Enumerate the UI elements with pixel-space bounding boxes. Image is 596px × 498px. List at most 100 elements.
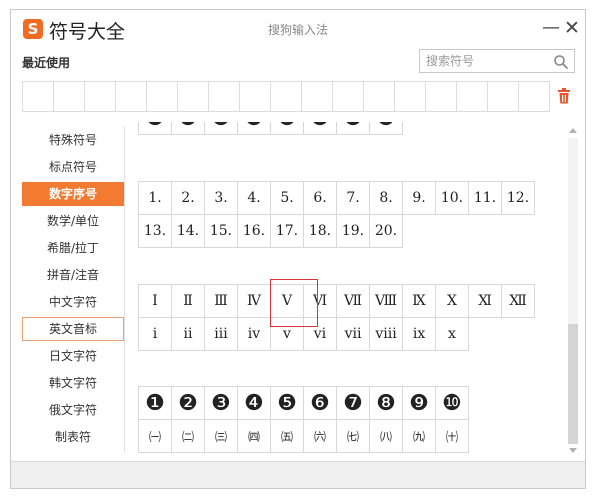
symbol-cell[interactable]: ❸ (204, 122, 238, 135)
symbol-cell[interactable]: ❺ (270, 386, 304, 420)
category-item[interactable]: 特殊符号 (22, 128, 124, 152)
symbol-cell[interactable]: ❶ (138, 386, 172, 420)
symbol-cell[interactable]: 10. (435, 181, 469, 215)
symbol-cell[interactable]: ㈥ (303, 419, 337, 453)
symbol-cell[interactable]: Ⅸ (402, 284, 436, 318)
symbol-cell[interactable]: ❽ (369, 386, 403, 420)
symbol-cell[interactable]: ㈢ (204, 419, 238, 453)
symbol-cell[interactable]: 7. (336, 181, 370, 215)
symbol-cell[interactable]: ❹ (237, 386, 271, 420)
symbol-cell[interactable]: ⅶ (336, 317, 370, 351)
symbol-cell[interactable]: Ⅲ (204, 284, 238, 318)
category-item[interactable]: 拼音/注音 (22, 263, 124, 287)
symbol-cell[interactable]: ❼ (336, 386, 370, 420)
scroll-up-arrow-icon[interactable] (569, 128, 577, 133)
symbol-cell[interactable]: 3. (204, 181, 238, 215)
category-item[interactable]: 中文字符 (22, 290, 124, 314)
symbol-cell[interactable]: ㈣ (237, 419, 271, 453)
recent-symbol-cell[interactable] (147, 82, 178, 111)
symbol-cell[interactable]: Ⅰ (138, 284, 172, 318)
recent-symbol-cell[interactable] (85, 82, 116, 111)
symbol-cell[interactable]: ❸ (204, 386, 238, 420)
symbol-cell[interactable]: Ⅶ (336, 284, 370, 318)
symbol-cell[interactable]: 5. (270, 181, 304, 215)
symbol-cell[interactable]: Ⅹ (435, 284, 469, 318)
search-input[interactable] (420, 50, 558, 72)
recent-symbol-cell[interactable] (302, 82, 333, 111)
symbol-cell[interactable]: ⅵ (303, 317, 337, 351)
symbol-cell[interactable]: ⅹ (435, 317, 469, 351)
search-box[interactable] (419, 49, 575, 73)
symbol-cell[interactable]: Ⅳ (237, 284, 271, 318)
recent-symbol-cell[interactable] (333, 82, 364, 111)
symbol-cell[interactable]: 4. (237, 181, 271, 215)
symbol-cell[interactable]: ⅴ (270, 317, 304, 351)
search-icon[interactable] (553, 54, 569, 70)
category-item[interactable]: 制表符 (22, 425, 124, 449)
symbol-cell[interactable]: ❿ (435, 386, 469, 420)
recent-symbol-cell[interactable] (364, 82, 395, 111)
symbol-cell[interactable]: ㈦ (336, 419, 370, 453)
symbol-cell[interactable]: ❶ (138, 122, 172, 135)
symbol-cell[interactable]: 18. (303, 214, 337, 248)
recent-symbol-cell[interactable] (240, 82, 271, 111)
symbol-cell[interactable]: 20. (369, 214, 403, 248)
symbol-cell[interactable]: Ⅷ (369, 284, 403, 318)
category-item[interactable]: 数字序号 (22, 182, 124, 206)
symbol-cell[interactable]: 6. (303, 181, 337, 215)
symbol-cell[interactable]: ❷ (171, 386, 205, 420)
symbol-cell[interactable]: 1. (138, 181, 172, 215)
scroll-thumb[interactable] (568, 324, 578, 444)
symbol-cell[interactable]: ㈡ (171, 419, 205, 453)
symbol-cell[interactable]: 11. (468, 181, 502, 215)
recent-symbol-cell[interactable] (271, 82, 302, 111)
close-button[interactable]: ✕ (561, 17, 583, 39)
recent-symbol-cell[interactable] (116, 82, 147, 111)
symbol-cell[interactable]: Ⅵ (303, 284, 337, 318)
symbol-cell[interactable]: ㈩ (435, 419, 469, 453)
symbol-cell[interactable]: ❷ (171, 122, 205, 135)
symbol-cell[interactable]: ⅱ (171, 317, 205, 351)
trash-icon[interactable] (557, 88, 571, 104)
symbol-cell[interactable]: 2. (171, 181, 205, 215)
symbol-cell[interactable]: ㈧ (369, 419, 403, 453)
symbol-cell[interactable]: 9. (402, 181, 436, 215)
recent-symbol-cell[interactable] (178, 82, 209, 111)
symbol-cell[interactable]: 17. (270, 214, 304, 248)
recent-symbol-cell[interactable] (519, 82, 549, 111)
symbol-cell[interactable]: ⅲ (204, 317, 238, 351)
recent-symbol-cell[interactable] (54, 82, 85, 111)
symbol-cell[interactable]: ㈤ (270, 419, 304, 453)
symbol-cell[interactable]: ⅷ (369, 317, 403, 351)
symbol-cell[interactable]: ❼ (336, 122, 370, 135)
recent-symbol-cell[interactable] (426, 82, 457, 111)
category-item[interactable]: 希腊/拉丁 (22, 236, 124, 260)
recent-symbol-cell[interactable] (457, 82, 488, 111)
category-item[interactable]: 韩文字符 (22, 371, 124, 395)
vertical-scrollbar[interactable] (567, 128, 579, 454)
symbol-cell[interactable]: ❻ (303, 386, 337, 420)
symbol-cell[interactable]: Ⅻ (501, 284, 535, 318)
symbol-cell[interactable]: 12. (501, 181, 535, 215)
minimize-button[interactable]: — (540, 17, 562, 39)
symbol-cell[interactable]: 8. (369, 181, 403, 215)
category-item[interactable]: 标点符号 (22, 155, 124, 179)
symbol-cell[interactable]: ⅸ (402, 317, 436, 351)
symbol-cell[interactable]: 15. (204, 214, 238, 248)
category-item[interactable]: 数学/单位 (22, 209, 124, 233)
symbol-cell[interactable]: 16. (237, 214, 271, 248)
symbol-cell[interactable]: Ⅴ (270, 284, 304, 318)
symbol-cell[interactable]: Ⅱ (171, 284, 205, 318)
symbol-cell[interactable]: ㈠ (138, 419, 172, 453)
symbol-cell[interactable]: ❾ (402, 386, 436, 420)
symbol-cell[interactable]: ⅳ (237, 317, 271, 351)
symbol-cell[interactable]: 13. (138, 214, 172, 248)
scroll-down-arrow-icon[interactable] (569, 448, 577, 453)
symbol-cell[interactable]: 19. (336, 214, 370, 248)
category-item[interactable]: 英文音标 (22, 317, 124, 341)
category-item[interactable]: 俄文字符 (22, 398, 124, 422)
recent-symbol-cell[interactable] (23, 82, 54, 111)
recent-symbol-cell[interactable] (395, 82, 426, 111)
symbol-cell[interactable]: ❽ (369, 122, 403, 135)
symbol-cell[interactable]: ❹ (237, 122, 271, 135)
